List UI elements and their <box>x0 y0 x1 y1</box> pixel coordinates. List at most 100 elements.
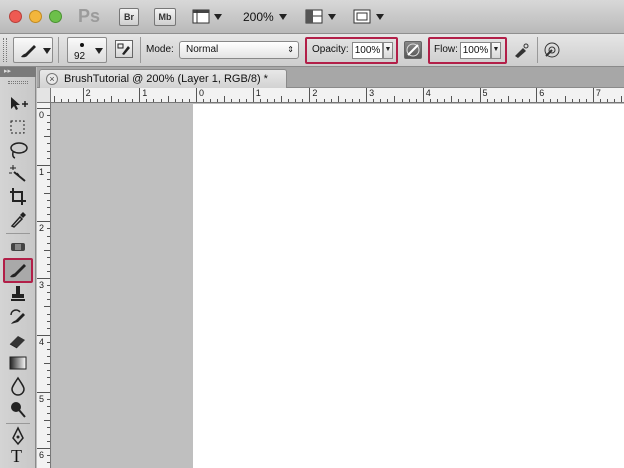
document-canvas[interactable] <box>193 104 624 468</box>
ruler-tick <box>47 320 50 322</box>
ruler-tick <box>252 88 254 102</box>
ruler-tick <box>394 96 396 102</box>
separator <box>537 37 538 63</box>
ruler-tick <box>153 99 155 102</box>
spot-healing-tool[interactable] <box>6 237 30 257</box>
close-document-icon[interactable]: × <box>46 73 58 85</box>
ruler-tick <box>592 88 594 102</box>
blend-mode-select[interactable]: Normal ⇕ <box>179 41 299 59</box>
zoom-dropdown-icon[interactable] <box>279 14 287 20</box>
screen-mode-dropdown-icon[interactable] <box>376 14 384 20</box>
blur-tool[interactable] <box>6 376 30 396</box>
pressure-opacity-button[interactable] <box>404 41 422 59</box>
close-window-button[interactable] <box>9 10 22 23</box>
ruler-tick <box>344 99 346 102</box>
document-tab[interactable]: × BrushTutorial @ 200% (Layer 1, RGB/8) … <box>39 69 287 88</box>
move-tool[interactable] <box>6 94 30 114</box>
ruler-tick <box>330 99 332 102</box>
toolbox-grip[interactable] <box>8 81 28 84</box>
pen-tool[interactable] <box>6 426 30 446</box>
ruler-tick <box>167 96 169 102</box>
airbrush-icon <box>515 43 529 58</box>
zoom-window-button[interactable] <box>49 10 62 23</box>
brush-panel-button[interactable] <box>115 40 133 58</box>
view-extras-dropdown-icon[interactable] <box>214 14 222 20</box>
ruler-tick <box>89 99 91 102</box>
ruler-tick <box>507 96 509 102</box>
zoom-level[interactable]: 200% <box>243 10 274 24</box>
marquee-tool[interactable] <box>6 117 30 137</box>
ruler-label: 5 <box>482 88 488 98</box>
ruler-tick <box>96 99 98 102</box>
mini-bridge-button[interactable]: Mb <box>154 8 176 26</box>
ruler-tick <box>614 99 616 102</box>
ruler-tick <box>47 426 50 428</box>
screen-mode-button[interactable] <box>353 8 371 25</box>
clone-stamp-tool[interactable] <box>6 284 30 304</box>
toolbox-header[interactable]: ▸▸ <box>0 67 36 77</box>
minimize-window-button[interactable] <box>29 10 42 23</box>
horizontal-ruler[interactable]: 2 1 0 1 2 3 4 5 6 7 <box>51 88 624 103</box>
ruler-tick <box>54 96 56 102</box>
lasso-tool[interactable] <box>6 140 30 160</box>
toolbox-separator <box>6 233 30 234</box>
toolbox: T <box>0 77 36 468</box>
history-brush-icon <box>10 309 25 324</box>
ruler-tick <box>47 370 50 372</box>
ruler-tick <box>203 99 205 102</box>
ruler-tick <box>415 99 417 102</box>
vertical-ruler[interactable]: 0 1 2 3 4 5 6 <box>37 103 51 468</box>
ruler-tick <box>231 99 233 102</box>
dodge-tool[interactable] <box>6 399 30 419</box>
ruler-tick <box>47 455 50 457</box>
blend-mode-value: Normal <box>186 44 219 55</box>
tool-preset-dropdown-icon[interactable] <box>43 48 51 54</box>
separator <box>140 37 141 63</box>
ruler-tick <box>422 88 424 102</box>
gradient-tool[interactable] <box>6 353 30 373</box>
ruler-tick <box>61 99 63 102</box>
bridge-button[interactable]: Br <box>119 8 139 26</box>
eyedropper-tool[interactable] <box>6 209 30 229</box>
ruler-tick <box>599 99 601 102</box>
ruler-tick <box>44 193 50 195</box>
view-extras-button[interactable] <box>192 8 210 25</box>
dodge-icon <box>11 402 26 418</box>
flow-dropdown-button[interactable]: ▼ <box>491 42 501 59</box>
ruler-tick <box>37 164 50 166</box>
opacity-input[interactable]: 100% <box>352 42 383 59</box>
ruler-tick <box>273 99 275 102</box>
crop-tool[interactable] <box>6 186 30 206</box>
magic-wand-icon <box>9 165 26 182</box>
brush-preset-dropdown-icon[interactable] <box>95 48 103 54</box>
brush-tool[interactable] <box>3 258 33 283</box>
ruler-label: 6 <box>39 450 45 461</box>
ruler-tick <box>47 228 50 230</box>
ruler-tick <box>47 398 50 400</box>
pressure-size-button[interactable] <box>543 41 561 59</box>
ruler-tick <box>47 299 50 301</box>
pressure-opacity-icon <box>406 43 420 57</box>
arrange-documents-button[interactable] <box>305 8 323 25</box>
eraser-tool[interactable] <box>6 330 30 350</box>
ruler-tick <box>47 242 50 244</box>
ruler-tick <box>47 348 50 350</box>
airbrush-button[interactable] <box>512 41 530 59</box>
quick-selection-tool[interactable] <box>6 163 30 183</box>
ruler-tick <box>37 391 50 393</box>
opacity-dropdown-button[interactable]: ▼ <box>383 42 393 59</box>
type-tool[interactable]: T <box>6 446 30 468</box>
arrange-dropdown-icon[interactable] <box>328 14 336 20</box>
ruler-tick <box>47 271 50 272</box>
ruler-label: 1 <box>255 88 261 98</box>
ruler-tick <box>451 96 453 102</box>
move-icon <box>11 97 28 110</box>
ruler-tick <box>37 278 50 280</box>
flow-input[interactable]: 100% <box>460 42 491 59</box>
ruler-origin[interactable] <box>37 88 51 103</box>
options-grip[interactable] <box>3 38 7 62</box>
ruler-tick <box>266 99 268 102</box>
ruler-tick <box>288 99 290 102</box>
history-brush-tool[interactable] <box>6 307 30 327</box>
ruler-tick <box>47 143 50 145</box>
